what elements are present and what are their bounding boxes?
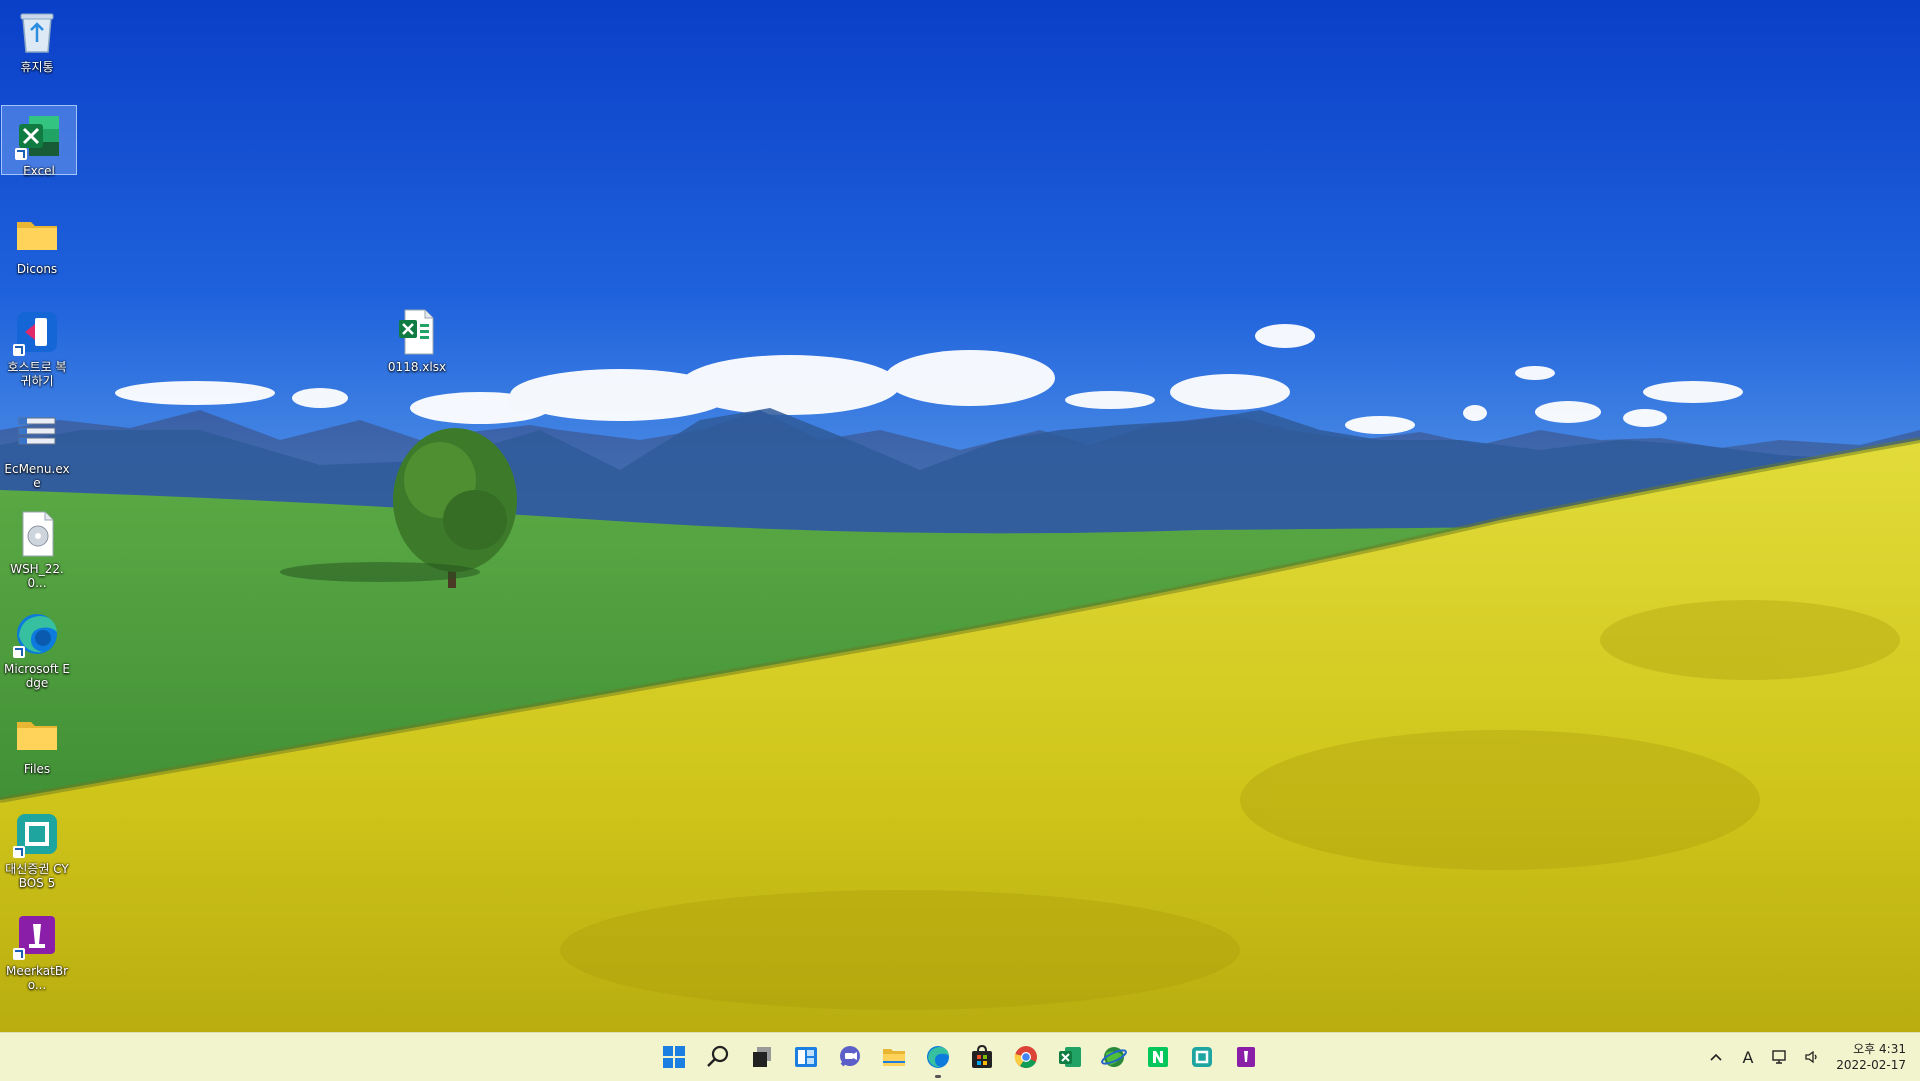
chevron-up-icon <box>1710 1053 1722 1061</box>
teams-chat-icon <box>840 1046 860 1067</box>
globe-browser-button[interactable] <box>1092 1035 1136 1079</box>
widgets-button[interactable] <box>784 1035 828 1079</box>
desktop-icon-dicons[interactable]: Dicons <box>0 204 74 276</box>
desktop-icon-host-return[interactable]: 호스트로 복귀하기 <box>0 302 74 390</box>
cybos-label: 대신증권 CYBOS 5 <box>5 862 69 890</box>
excel-label: Excel <box>23 164 55 178</box>
cybos-icon <box>11 808 63 860</box>
shortcut-arrow-icon <box>15 148 27 160</box>
host-return-label: 호스트로 복귀하기 <box>7 360 67 388</box>
desktop[interactable]: 휴지통 Excel Dicons 호스트로 복귀하기 EcMenu.exe WS… <box>0 0 1920 1032</box>
ecmenu-label: EcMenu.exe <box>4 462 70 490</box>
chrome-icon <box>1014 1046 1037 1068</box>
host-return-icon <box>11 306 63 358</box>
shortcut-arrow-icon <box>13 948 25 960</box>
edge-label: Microsoft Edge <box>3 662 70 690</box>
dicons-label: Dicons <box>16 262 58 276</box>
shortcut-arrow-icon <box>13 846 25 858</box>
edge-taskbar-button[interactable] <box>916 1035 960 1079</box>
recycle-bin-label: 휴지통 <box>20 60 54 74</box>
meerkat-taskbar-button[interactable] <box>1224 1035 1268 1079</box>
meerkat-icon <box>11 910 63 962</box>
meerkat-icon <box>1237 1047 1255 1067</box>
store-button[interactable] <box>960 1035 1004 1079</box>
ime-indicator: A <box>1742 1047 1754 1067</box>
desktop-icon-recycle-bin[interactable]: 휴지통 <box>0 2 74 74</box>
network-button[interactable] <box>1764 1037 1796 1077</box>
clock-time: 오후 4:31 <box>1853 1042 1906 1056</box>
recycle-bin-icon <box>11 6 63 58</box>
file-explorer-icon <box>883 1049 905 1066</box>
desktop-icon-cybos[interactable]: 대신증권 CYBOS 5 <box>0 804 74 892</box>
clock[interactable]: 오후 4:31 2022-02-17 <box>1828 1041 1920 1073</box>
desktop-icon-xlsx-file[interactable]: 0118.xlsx <box>380 302 454 374</box>
naver-button[interactable] <box>1136 1035 1180 1079</box>
chat-button[interactable] <box>828 1035 872 1079</box>
shortcut-arrow-icon <box>13 344 25 356</box>
excel-icon <box>13 110 65 162</box>
speaker-icon <box>1805 1050 1817 1064</box>
clock-date: 2022-02-17 <box>1836 1058 1906 1072</box>
desktop-icon-ecmenu[interactable]: EcMenu.exe <box>0 404 74 490</box>
taskbar-apps <box>652 1033 1268 1081</box>
taskbar: A 오후 4:31 2022-02-17 <box>0 1032 1920 1081</box>
xlsx-file-icon <box>391 306 443 358</box>
edge-icon <box>927 1046 949 1068</box>
excel-taskbar-button[interactable] <box>1048 1035 1092 1079</box>
files-label: Files <box>23 762 51 776</box>
edge-icon <box>11 608 63 660</box>
meerkat-label: MeerkatBro... <box>5 964 68 992</box>
start-button[interactable] <box>652 1035 696 1079</box>
system-tray: A 오후 4:31 2022-02-17 <box>1700 1033 1920 1081</box>
search-icon <box>707 1045 729 1067</box>
xlsx-file-label: 0118.xlsx <box>387 360 447 374</box>
task-view-button[interactable] <box>740 1035 784 1079</box>
globe-browser-icon <box>1101 1047 1127 1067</box>
desktop-icon-edge[interactable]: Microsoft Edge <box>0 604 74 692</box>
show-hidden-icons-button[interactable] <box>1700 1037 1732 1077</box>
excel-icon <box>1059 1047 1081 1067</box>
file-explorer-button[interactable] <box>872 1035 916 1079</box>
input-method-button[interactable]: A <box>1732 1037 1764 1077</box>
naver-icon <box>1148 1047 1168 1067</box>
widgets-icon <box>795 1047 817 1067</box>
windows-start-icon <box>663 1046 685 1068</box>
desktop-icon-excel[interactable]: Excel <box>1 105 77 178</box>
network-icon <box>1772 1050 1786 1064</box>
desktop-icon-files[interactable]: Files <box>0 704 74 776</box>
microsoft-store-icon <box>972 1044 992 1068</box>
document-disc-icon <box>11 508 63 560</box>
shortcut-arrow-icon <box>13 646 25 658</box>
wallpaper-landscape <box>0 0 1920 1032</box>
cybos-icon <box>1192 1047 1212 1067</box>
folder-icon <box>11 708 63 760</box>
wsh-label: WSH_22.0... <box>10 562 64 590</box>
volume-button[interactable] <box>1796 1037 1828 1077</box>
search-button[interactable] <box>696 1035 740 1079</box>
desktop-icon-wsh[interactable]: WSH_22.0... <box>0 504 74 590</box>
task-view-icon <box>753 1047 771 1067</box>
desktop-icon-meerkat[interactable]: MeerkatBro... <box>0 906 74 992</box>
chrome-button[interactable] <box>1004 1035 1048 1079</box>
cybos-taskbar-button[interactable] <box>1180 1035 1224 1079</box>
folder-icon <box>11 208 63 260</box>
ecmenu-icon <box>11 408 63 460</box>
